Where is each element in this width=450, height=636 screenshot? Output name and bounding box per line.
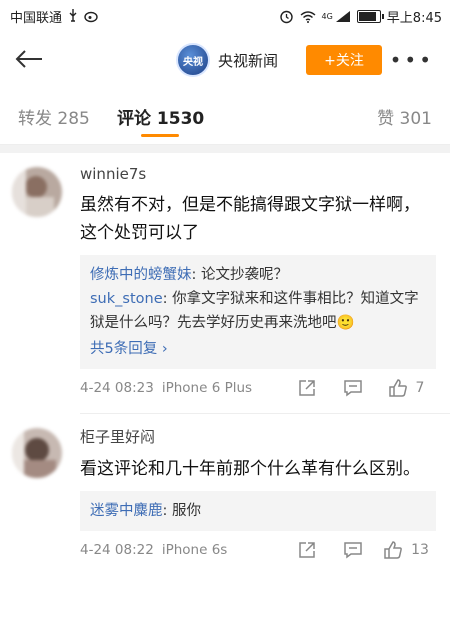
tab-comments[interactable]: 评论 1530 [117,104,204,129]
weibo-icon [84,11,98,23]
comment-text: 看这评论和几十年前那个什么革有什么区别。 [80,459,420,479]
comment-item: winnie7s 虽然有不对，但是不能搞得跟文字狱一样啊，这个处罚可以了 修炼中… [0,153,450,413]
comment-meta: 4-24 08:22 iPhone 6s 13 [80,531,436,569]
comment-username[interactable]: winnie7s [80,165,436,183]
carrier-label: 中国联通 [10,10,63,26]
battery-icon [356,9,384,23]
reply-box[interactable]: 修炼中的螃蟹妹: 论文抄袭呢？ suk_stone: 你拿文字狱来和这件事相比？… [80,255,436,369]
comment-icon [344,542,362,559]
usb-icon [69,9,77,22]
reply-button[interactable] [330,541,376,559]
like-button[interactable]: 7 [376,378,436,398]
avatar[interactable] [12,167,62,217]
avatar[interactable] [12,428,62,478]
reply-text: : 论文抄袭呢？ [191,267,289,283]
comment-device: iPhone 6 Plus [161,380,253,396]
comment-text: 虽然有不对，但是不能搞得跟文字狱一样啊，这个处罚可以了 [80,195,420,243]
wifi-icon [300,10,315,23]
comment-meta: 4-24 08:23 iPhone 6 Plus 7 [80,369,436,407]
thumbs-up-icon [388,379,407,397]
signal-icon [335,10,350,22]
status-bar: 中国联通 4G 早上8:45 [0,0,450,32]
account-name: 央视新闻 [218,51,279,70]
share-icon [299,380,315,396]
share-button[interactable] [284,541,330,559]
thumbs-up-icon [384,541,402,559]
comment-timestamp: 4-24 08:23 [80,380,154,396]
tab-likes[interactable]: 赞 301 [377,104,432,129]
like-count: 13 [411,542,429,558]
nav-bar: 央视 央视新闻 +关注 ••• [0,32,450,86]
reply-box[interactable]: 迷雾中麋鹿: 服你 [80,491,436,531]
like-count: 7 [415,380,425,396]
reply-button[interactable] [330,379,376,397]
network-type: 4G [321,11,333,21]
reply-item: 修炼中的螃蟹妹: 论文抄袭呢？ [90,263,426,287]
reply-text: : 服你 [162,503,202,519]
account-avatar: 央视 [176,43,210,77]
more-icon[interactable]: ••• [390,48,434,72]
status-time: 早上8:45 [386,10,442,26]
more-replies-link[interactable]: 共5条回复 › [90,337,426,361]
arrow-left-icon [15,50,42,68]
comment-icon [344,380,362,397]
account-header[interactable]: 央视 央视新闻 [176,43,278,77]
follow-button[interactable]: +关注 [306,45,382,75]
reply-item: 迷雾中麋鹿: 服你 [90,499,426,523]
tab-reposts[interactable]: 转发 285 [18,104,90,129]
comment-timestamp: 4-24 08:22 [80,542,154,558]
comment-item: 柜子里好闷 看这评论和几十年前那个什么革有什么区别。 迷雾中麋鹿: 服你 4-2… [0,414,450,575]
comment-device: iPhone 6s [161,542,228,558]
comment-username[interactable]: 柜子里好闷 [80,426,436,447]
alarm-icon [279,10,293,23]
reply-username[interactable]: 修炼中的螃蟹妹 [90,267,192,283]
section-gap [0,145,450,153]
like-button[interactable]: 13 [376,540,436,560]
reply-username[interactable]: 迷雾中麋鹿 [90,503,163,519]
reply-item: suk_stone: 你拿文字狱来和这件事相比？知道文字狱是什么吗？先去学好历史… [90,287,426,335]
share-icon [299,542,315,558]
active-tab-indicator [141,134,179,137]
tab-bar: 转发 285 评论 1530 赞 301 [0,86,450,145]
reply-username[interactable]: suk_stone [90,291,163,307]
back-button[interactable] [12,42,46,76]
share-button[interactable] [284,379,330,397]
